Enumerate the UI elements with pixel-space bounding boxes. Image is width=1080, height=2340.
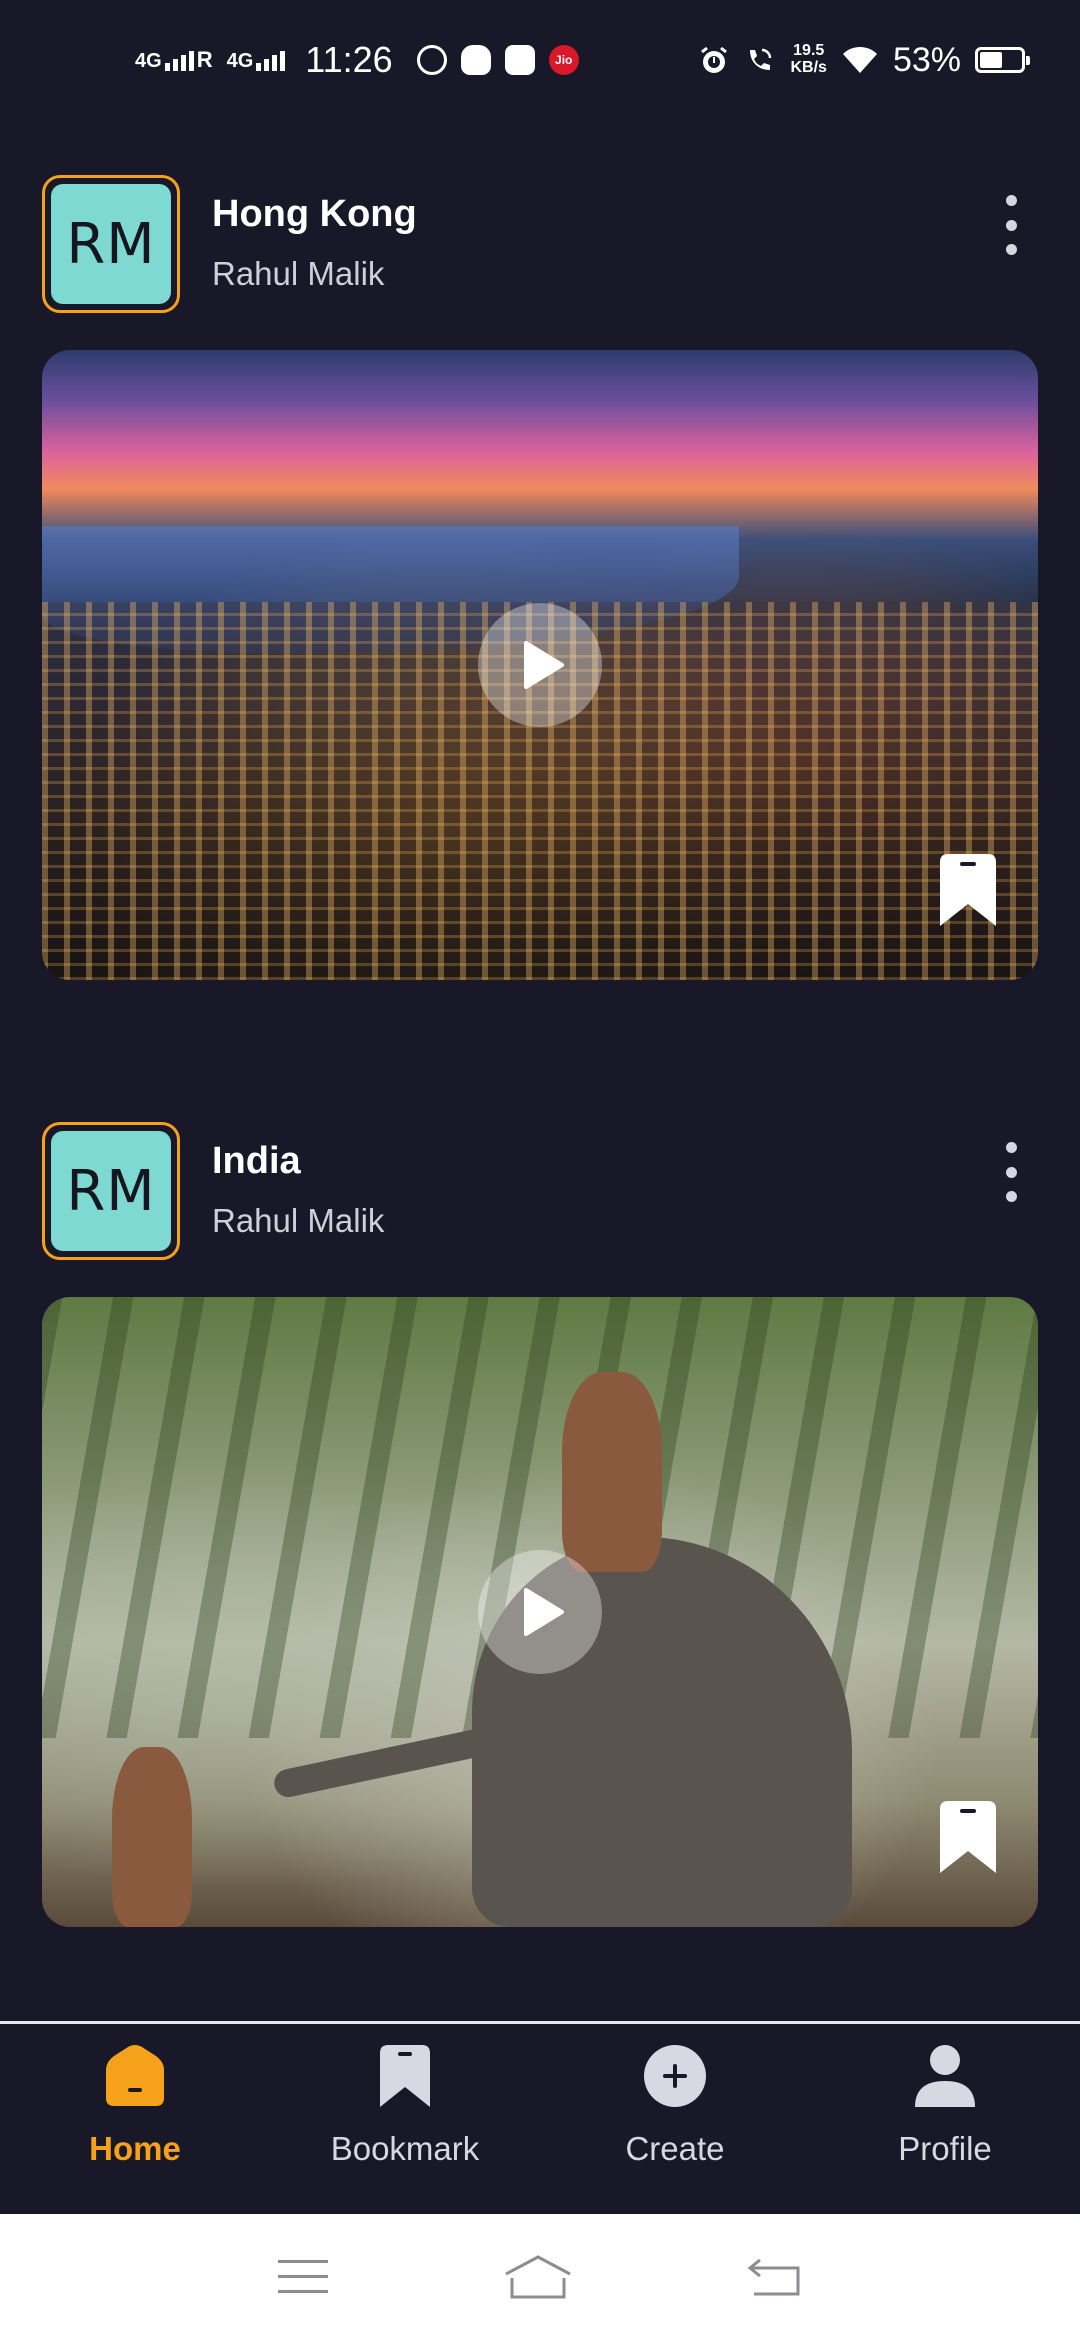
post-header: RM India Rahul Malik [42, 1122, 1038, 1262]
nav-item-profile[interactable]: Profile [810, 2024, 1080, 2214]
nav-label-create: Create [625, 2130, 725, 2167]
bottom-nav: Home Bookmark Create Profile [0, 2021, 1080, 2214]
back-icon[interactable] [746, 2256, 804, 2298]
play-icon [524, 1588, 564, 1636]
play-button[interactable] [478, 1550, 602, 1674]
status-bar-right: 19.5 KB/s 53% [698, 40, 1030, 80]
battery-percent: 53% [892, 40, 961, 79]
avatar[interactable]: RM [42, 1122, 180, 1260]
post-media[interactable] [42, 350, 1038, 980]
bookmark-icon[interactable] [934, 852, 1002, 928]
post-title[interactable]: Hong Kong [212, 193, 417, 236]
signal-icon [256, 49, 286, 71]
home-nav-icon[interactable] [502, 2254, 574, 2300]
bookmark-icon[interactable] [934, 1799, 1002, 1875]
media-child [112, 1747, 192, 1927]
avatar[interactable]: RM [42, 175, 180, 313]
network-indicator-1: 4G R [135, 49, 213, 71]
signal-icon [164, 49, 194, 71]
nav-item-bookmark[interactable]: Bookmark [270, 2024, 540, 2214]
more-options-icon[interactable] [998, 195, 1024, 255]
avatar-initials: RM [51, 184, 171, 304]
whatsapp-icon [416, 45, 447, 75]
speed-value: 19.5 [793, 42, 825, 60]
clock: 11:26 [305, 39, 393, 80]
post-author[interactable]: Rahul Malik [212, 255, 384, 293]
battery-icon [975, 47, 1030, 73]
snapchat-icon [460, 45, 491, 75]
nav-label-profile: Profile [898, 2130, 992, 2167]
post-card: RM India Rahul Malik [42, 1122, 1038, 1927]
bookmark-icon [369, 2040, 441, 2112]
nav-item-create[interactable]: Create [540, 2024, 810, 2214]
avatar-initials: RM [51, 1131, 171, 1251]
post-title[interactable]: India [212, 1140, 301, 1183]
post-media[interactable] [42, 1297, 1038, 1927]
shopping-bag-icon [504, 45, 535, 75]
system-nav-bar [0, 2214, 1080, 2340]
roaming-indicator: R [196, 47, 213, 72]
home-icon [99, 2040, 171, 2112]
nav-item-home[interactable]: Home [0, 2024, 270, 2214]
wifi-calling-icon [750, 48, 772, 70]
media-rider [562, 1372, 662, 1572]
network-indicator-2: 4G [227, 49, 286, 71]
post-header: RM Hong Kong Rahul Malik [42, 175, 1038, 315]
alarm-icon [701, 46, 728, 73]
nav-label-bookmark: Bookmark [330, 2130, 480, 2167]
speed-unit: KB/s [790, 59, 827, 76]
network-speed: 19.5 KB/s [790, 42, 827, 77]
network-type-1: 4G [135, 50, 162, 72]
post-card: RM Hong Kong Rahul Malik [42, 175, 1038, 980]
person-icon [909, 2040, 981, 2112]
network-type-2: 4G [226, 50, 254, 72]
nav-label-home: Home [89, 2130, 181, 2167]
menu-icon[interactable] [276, 2257, 330, 2297]
plus-circle-icon [639, 2040, 711, 2112]
status-bar: 4G R 4G 11:26 Jio 19.5 KB/s 53% [0, 0, 1080, 120]
post-author[interactable]: Rahul Malik [212, 1202, 384, 1240]
more-options-icon[interactable] [998, 1142, 1024, 1202]
wifi-icon [842, 46, 877, 73]
play-icon [524, 641, 564, 689]
play-button[interactable] [478, 603, 602, 727]
status-bar-left: 4G R 4G 11:26 Jio [135, 39, 579, 81]
jio-icon: Jio [548, 45, 579, 75]
